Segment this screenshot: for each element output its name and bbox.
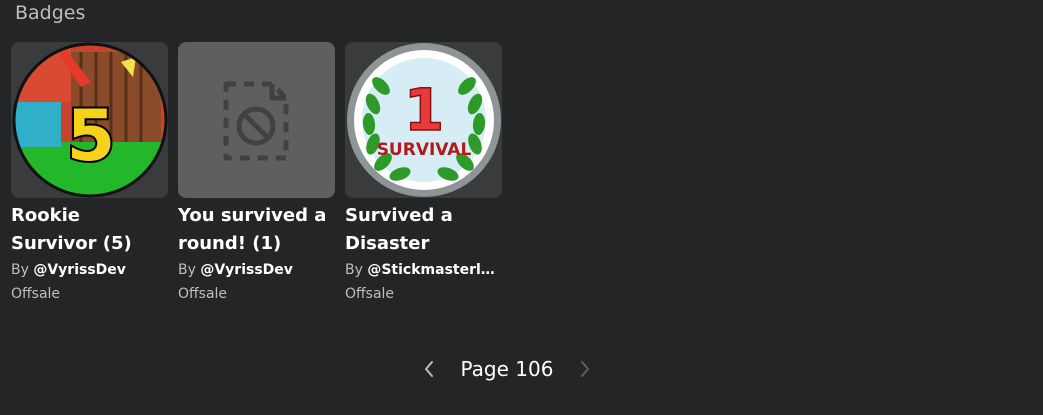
prev-page-button[interactable]: [419, 355, 439, 383]
badge-card[interactable]: You survived a round! (1) By @VyrissDev …: [178, 42, 335, 304]
badge-number-text: 5: [67, 95, 116, 177]
next-page-button[interactable]: [575, 355, 595, 383]
badge-thumbnail[interactable]: [178, 42, 335, 198]
badge-name[interactable]: Rookie Survivor (5): [11, 202, 168, 258]
rookie-survivor-badge-image: 5: [12, 42, 168, 198]
badge-card[interactable]: 1 SURVIVAL Survived a Disaster By @Stick…: [345, 42, 502, 304]
pagination: Page 106: [0, 355, 1014, 383]
badge-card[interactable]: 5 Rookie Survivor (5) By @VyrissDev Offs…: [11, 42, 168, 304]
badge-thumbnail[interactable]: 1 SURVIVAL: [345, 42, 502, 198]
badge-grid: 5 Rookie Survivor (5) By @VyrissDev Offs…: [11, 42, 502, 304]
chevron-left-icon: [424, 361, 433, 377]
section-title: Badges: [15, 2, 86, 24]
badge-caption-text: SURVIVAL: [377, 140, 472, 160]
badge-number-text: 1: [404, 76, 444, 144]
badge-creator: By @Stickmasterl…: [345, 260, 502, 280]
badge-thumbnail[interactable]: 5: [11, 42, 168, 198]
creator-prefix: By: [345, 262, 363, 278]
creator-link[interactable]: @Stickmasterl…: [367, 262, 494, 278]
chevron-right-icon: [581, 361, 590, 377]
badge-creator: By @VyrissDev: [178, 260, 335, 280]
creator-prefix: By: [178, 262, 196, 278]
page-number-label: Page 106: [460, 357, 554, 381]
creator-link[interactable]: @VyrissDev: [33, 262, 126, 278]
badge-creator: By @VyrissDev: [11, 260, 168, 280]
survival-badge-image: 1 SURVIVAL: [347, 43, 501, 197]
badge-name[interactable]: Survived a Disaster: [345, 202, 502, 258]
creator-prefix: By: [11, 262, 29, 278]
unavailable-image-icon: [223, 81, 289, 161]
badge-price: Offsale: [345, 286, 395, 302]
badge-name[interactable]: You survived a round! (1): [178, 202, 335, 258]
badge-price: Offsale: [11, 286, 61, 302]
badge-price: Offsale: [178, 286, 228, 302]
creator-link[interactable]: @VyrissDev: [200, 262, 293, 278]
